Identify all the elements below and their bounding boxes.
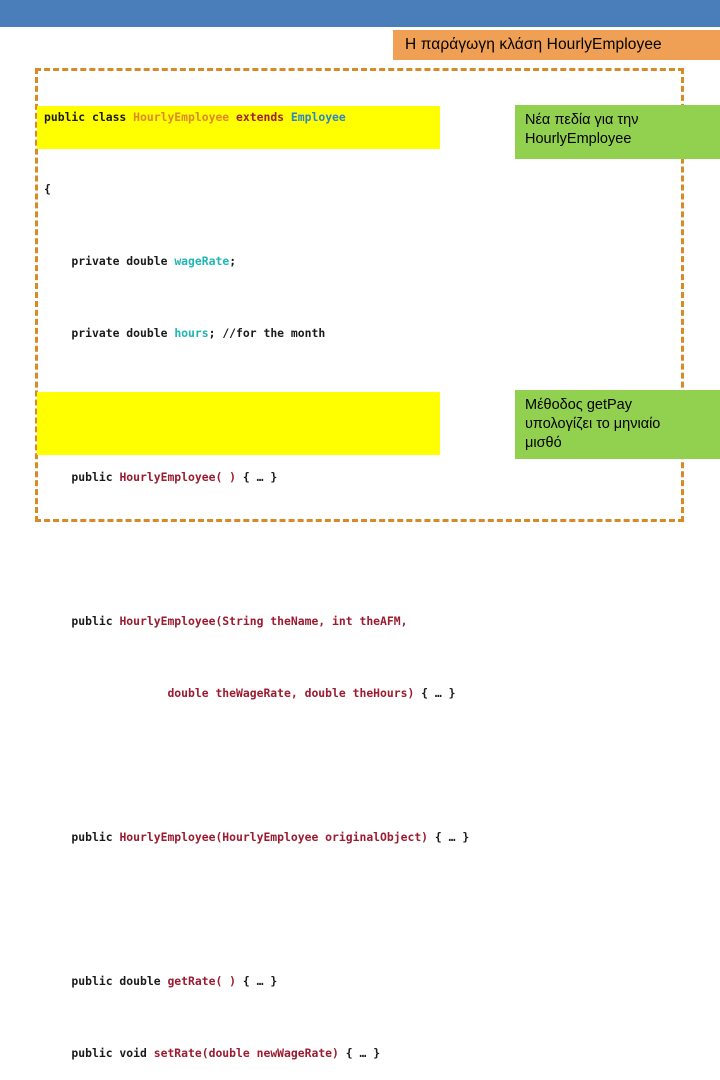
- code-line-setrate: public void setRate(double newWageRate) …: [44, 1046, 381, 1060]
- callout-new-fields-line1: Νέα πεδία για την: [525, 112, 639, 128]
- code-line-field-hours: private double hours; //for the month: [44, 326, 326, 340]
- code-line-open-brace: {: [44, 182, 51, 196]
- callout-new-fields-line2: HourlyEmployee: [525, 131, 632, 147]
- code-line-field-wagerate: private double wageRate;: [44, 254, 237, 268]
- callout-new-fields: Νέα πεδία για την HourlyEmployee: [515, 105, 720, 159]
- code-line-default-constructor: public HourlyEmployee( ) { … }: [44, 470, 278, 484]
- java-code-listing: public class HourlyEmployee extends Empl…: [44, 72, 684, 1080]
- code-line-param-constructor-b: double theWageRate, double theHours) { ……: [44, 686, 456, 700]
- code-line-copy-constructor: public HourlyEmployee(HourlyEmployee ori…: [44, 830, 470, 844]
- top-decorative-band: [0, 0, 720, 27]
- callout-getpay-method: Μέθοδος getPay υπολογίζει το μηνιαίο μισ…: [515, 390, 720, 459]
- code-line-param-constructor-a: public HourlyEmployee(String theName, in…: [44, 614, 408, 628]
- callout-getpay-line1: Μέθοδος getPay: [525, 397, 632, 413]
- callout-getpay-line2: υπολογίζει το μηνιαίο: [525, 416, 661, 432]
- callout-getpay-line3: μισθό: [525, 435, 562, 451]
- code-line-getrate: public double getRate( ) { … }: [44, 974, 278, 988]
- slide-title-banner: Η παράγωγη κλάση HourlyEmployee: [393, 30, 720, 60]
